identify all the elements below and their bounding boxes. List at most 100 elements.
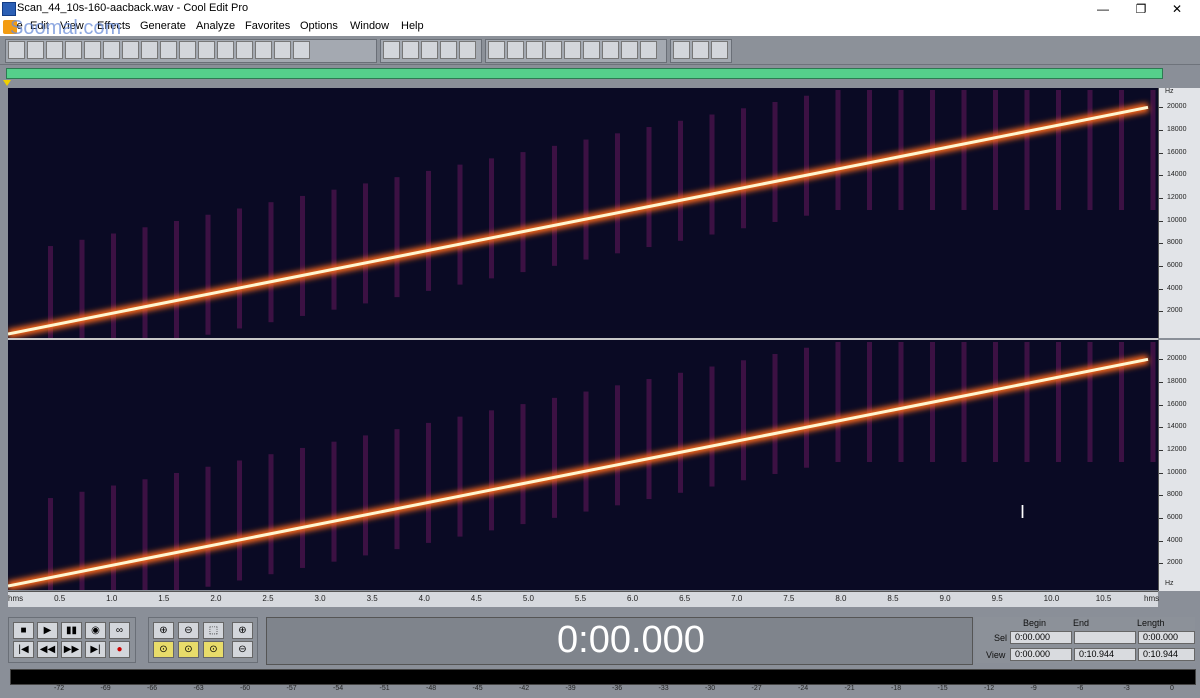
toolbar-save-button[interactable]: [65, 41, 82, 59]
zoom-full-button[interactable]: ⬚: [203, 622, 224, 639]
toolbar-cue-button[interactable]: [274, 41, 291, 59]
toolbar-copy-button[interactable]: [198, 41, 215, 59]
db-tick-label: -45: [472, 685, 483, 692]
play-button[interactable]: ▶: [37, 622, 58, 639]
zoom-right-button[interactable]: ⊙: [178, 641, 199, 658]
sel-length-field[interactable]: 0:00.000: [1138, 631, 1195, 644]
menu-bar: File Edit View Effects Generate Analyze …: [0, 18, 1200, 36]
toolbar-new-button[interactable]: [27, 41, 44, 59]
toolbar-redo-button[interactable]: [141, 41, 158, 59]
timeline-ruler[interactable]: hms hms 0.5 1.0 1.5 2.0 2.5 3.0 3.5 4.0 4.5 5.0 5.…: [8, 591, 1159, 607]
menu-window[interactable]: Window: [350, 20, 389, 32]
spectral-artifact: [741, 108, 746, 229]
spectral-artifact: [867, 342, 872, 462]
toolbar-meter-button[interactable]: [621, 41, 638, 59]
spectral-artifact: [552, 145, 557, 266]
toolbar-group-edit: [5, 39, 377, 63]
toolbar-wave-view-button[interactable]: [8, 41, 25, 59]
db-tick-label: 0: [1170, 685, 1174, 692]
toolbar-view-2-button[interactable]: [507, 41, 524, 59]
spectral-artifact: [709, 114, 715, 235]
close-button[interactable]: ✕: [1154, 0, 1200, 18]
hz-tick-label: 6000: [1167, 262, 1183, 269]
timeline-tick-label: 6.5: [679, 594, 691, 603]
record-button[interactable]: ●: [109, 641, 130, 658]
toolbar-window-button[interactable]: [640, 41, 657, 59]
view-label: View: [986, 650, 1006, 660]
hz-tick: [1159, 288, 1163, 290]
toolbar-view-3-button[interactable]: [526, 41, 543, 59]
toolbar-mono-button[interactable]: [293, 41, 310, 59]
zoom-in-button[interactable]: ⊕: [153, 622, 174, 639]
menu-generate[interactable]: Generate: [140, 20, 186, 32]
toolbar-save-as-button[interactable]: [84, 41, 101, 59]
spectral-artifact: [772, 101, 778, 222]
db-tick-label: -54: [333, 685, 344, 692]
spectral-artifact: [1150, 90, 1156, 210]
play-to-end-button[interactable]: ◉: [85, 622, 106, 639]
toolbar-script-button[interactable]: [692, 41, 709, 59]
toolbar-open-button[interactable]: [46, 41, 63, 59]
db-tick-label: -57: [286, 685, 297, 692]
toolbar-paste-mix-button[interactable]: [255, 41, 272, 59]
zoom-out-vertical-button[interactable]: ⊖: [232, 641, 253, 658]
toolbar-zoom-button[interactable]: [564, 41, 581, 59]
sel-end-field[interactable]: [1074, 631, 1136, 644]
toolbar-frequency-button[interactable]: [402, 41, 419, 59]
toolbar-spectral-view-button[interactable]: [383, 41, 400, 59]
spectral-artifact: [331, 441, 337, 562]
toolbar-time-button[interactable]: [583, 41, 600, 59]
toolbar-bars-button[interactable]: [602, 41, 619, 59]
view-length-field[interactable]: 0:10.944: [1138, 648, 1195, 661]
timeline-tick-label: 3.5: [366, 594, 378, 603]
menu-help[interactable]: Help: [401, 20, 424, 32]
go-start-button[interactable]: |◀: [13, 641, 34, 658]
toolbar-mix-button[interactable]: [179, 41, 196, 59]
spectral-artifact: [426, 170, 431, 291]
spectral-artifact: [1024, 342, 1030, 462]
toolbar-multitrack-b-button[interactable]: [440, 41, 457, 59]
menu-analyze[interactable]: Analyze: [196, 20, 235, 32]
spectrogram-right[interactable]: [8, 340, 1158, 590]
spectral-artifact: [615, 133, 620, 254]
loop-button[interactable]: ∞: [109, 622, 130, 639]
toolbar-view-1-button[interactable]: [488, 41, 505, 59]
toolbar-help-button[interactable]: [711, 41, 728, 59]
toolbar-paste-button[interactable]: [236, 41, 253, 59]
fast-forward-button[interactable]: ▶▶: [61, 641, 82, 658]
menu-options[interactable]: Options: [300, 20, 338, 32]
view-begin-field[interactable]: 0:00.000: [1010, 648, 1072, 661]
db-tick-label: -39: [565, 685, 576, 692]
toolbar-repeat-button[interactable]: [160, 41, 177, 59]
toolbar-multitrack-c-button[interactable]: [459, 41, 476, 59]
rewind-button[interactable]: ◀◀: [37, 641, 58, 658]
toolbar-undo-button[interactable]: [122, 41, 139, 59]
hz-tick-label: 4000: [1167, 284, 1183, 292]
spectral-artifact: [867, 90, 872, 210]
toolbar-multitrack-a-button[interactable]: [421, 41, 438, 59]
toolbar-close-file-button[interactable]: [103, 41, 120, 59]
spectral-artifact: [1087, 90, 1093, 210]
zoom-left-button[interactable]: ⊙: [153, 641, 174, 658]
zoom-in-vertical-button[interactable]: ⊕: [232, 622, 253, 639]
spectral-artifact: [615, 385, 620, 506]
toolbar-play-button[interactable]: [545, 41, 562, 59]
timeline-start-unit: hms: [8, 594, 24, 603]
stop-button[interactable]: ■: [13, 622, 34, 639]
zoom-out-button[interactable]: ⊖: [178, 622, 199, 639]
db-tick-label: -6: [1077, 685, 1084, 692]
spectral-artifact: [457, 164, 463, 285]
play-marker-icon[interactable]: [3, 80, 11, 86]
spectrogram-left[interactable]: [8, 88, 1158, 338]
zoom-selection-button[interactable]: ⊙: [203, 641, 224, 658]
sel-begin-field[interactable]: 0:00.000: [1010, 631, 1072, 644]
menu-favorites[interactable]: Favorites: [245, 20, 290, 32]
hz-tick: [1159, 404, 1163, 406]
spectral-artifact: [709, 366, 715, 487]
go-end-button[interactable]: ▶|: [85, 641, 106, 658]
toolbar-settings-button[interactable]: [673, 41, 690, 59]
pause-button[interactable]: ▮▮: [61, 622, 82, 639]
db-tick-label: -48: [426, 685, 437, 692]
view-end-field[interactable]: 0:10.944: [1074, 648, 1136, 661]
toolbar-cut-button[interactable]: [217, 41, 234, 59]
